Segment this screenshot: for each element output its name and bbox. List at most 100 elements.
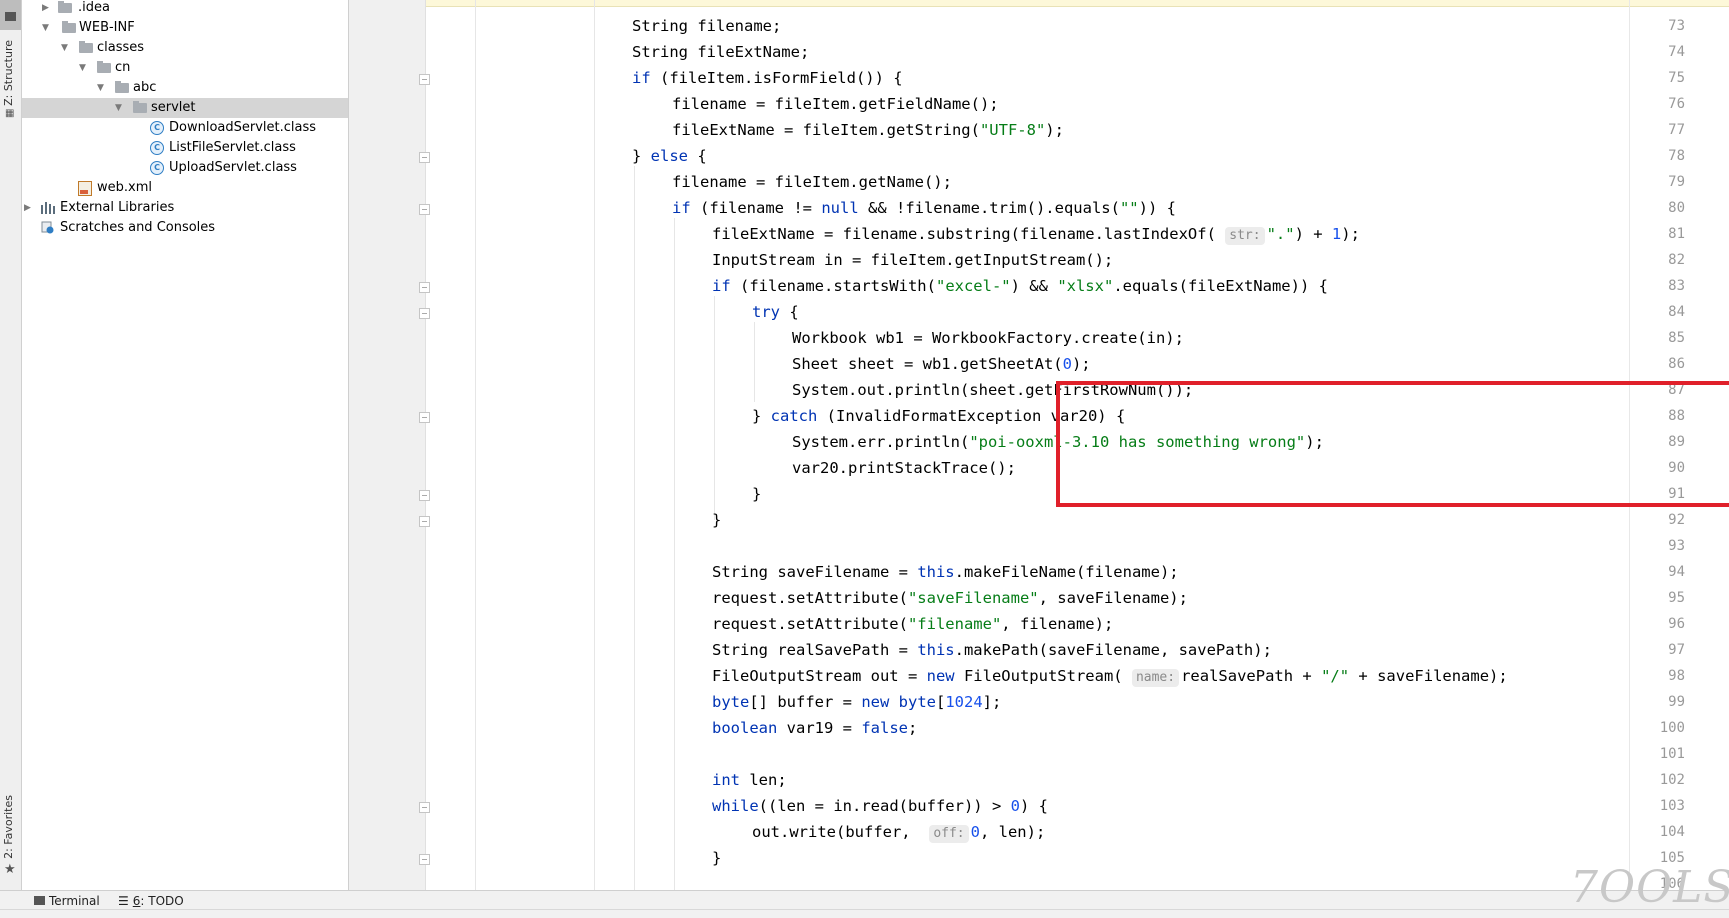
tree-item-label: ListFileServlet.class (169, 140, 296, 155)
structure-icon: ▦ (5, 108, 15, 119)
code-line: byte[] buffer = new byte[1024]; (712, 693, 1002, 711)
tree-item-label: cn (115, 60, 131, 75)
chevron-down-icon[interactable]: ▼ (97, 78, 104, 98)
tree-item-servlet[interactable]: ▼ servlet (22, 98, 348, 118)
code-line: Workbook wb1 = WorkbookFactory.create(in… (792, 329, 1184, 347)
line-number: 86 (1668, 356, 1685, 372)
line-number-gutter (349, 0, 426, 890)
editor-top-strip (349, 0, 1729, 7)
code-line: String saveFilename = this.makeFileName(… (712, 563, 1179, 581)
class-file-icon: C (150, 161, 164, 175)
tree-item-web-xml[interactable]: web.xml (22, 178, 348, 198)
tree-item-uploadservlet[interactable]: C UploadServlet.class (22, 158, 348, 178)
star-icon: ★ (4, 862, 16, 877)
tree-item-scratches[interactable]: Scratches and Consoles (22, 218, 348, 238)
line-number: 104 (1659, 824, 1685, 840)
code-line: if (filename != null && !filename.trim()… (672, 199, 1176, 217)
line-number: 82 (1668, 252, 1685, 268)
fold-marker-icon[interactable] (419, 308, 430, 319)
terminal-tab[interactable]: Terminal (34, 893, 100, 909)
project-tab[interactable] (0, 0, 21, 30)
indent-guide (754, 322, 755, 402)
red-highlight-box (1056, 381, 1729, 507)
line-number: 73 (1668, 18, 1685, 34)
code-line: InputStream in = fileItem.getInputStream… (712, 251, 1114, 269)
chevron-down-icon[interactable]: ▼ (61, 38, 68, 58)
tree-item-label: .idea (78, 0, 110, 15)
folder-icon (79, 41, 93, 53)
fold-marker-icon[interactable] (419, 490, 430, 501)
indent-guide (714, 296, 715, 520)
code-line: filename = fileItem.getName(); (672, 173, 952, 191)
code-line: fileExtName = filename.substring(filenam… (712, 225, 1360, 245)
structure-tab[interactable]: Z: Structure (2, 40, 15, 106)
line-number: 84 (1668, 304, 1685, 320)
terminal-tab-label: Terminal (49, 894, 100, 908)
tree-item-cn[interactable]: ▼ cn (22, 58, 348, 78)
fold-marker-icon[interactable] (419, 74, 430, 85)
tree-item-label: servlet (151, 100, 196, 115)
chevron-down-icon[interactable]: ▼ (115, 98, 122, 118)
tree-item-external-libraries[interactable]: ▶ External Libraries (22, 198, 348, 218)
line-number: 79 (1668, 174, 1685, 190)
chevron-right-icon[interactable]: ▶ (42, 0, 49, 18)
project-tree: ▶ .idea ▼ WEB-INF ▼ classes ▼ cn ▼ abc ▼… (22, 0, 349, 890)
watermark-logo: 7OOLS (1570, 862, 1729, 913)
tree-item-label: classes (97, 40, 145, 55)
line-number: 75 (1668, 70, 1685, 86)
line-number: 96 (1668, 616, 1685, 632)
parameter-hint: name: (1131, 669, 1180, 687)
libraries-icon (41, 202, 55, 214)
line-number: 74 (1668, 44, 1685, 60)
line-number: 103 (1659, 798, 1685, 814)
fold-marker-icon[interactable] (419, 854, 430, 865)
code-line: } (712, 849, 722, 867)
code-line: String realSavePath = this.makePath(save… (712, 641, 1272, 659)
code-line: boolean var19 = false; (712, 719, 918, 737)
favorites-tab[interactable]: 2: Favorites (2, 795, 15, 859)
line-number: 98 (1668, 668, 1685, 684)
line-number: 93 (1668, 538, 1685, 554)
tree-item-downloadservlet[interactable]: C DownloadServlet.class (22, 118, 348, 138)
tree-item-abc[interactable]: ▼ abc (22, 78, 348, 98)
line-number: 92 (1668, 512, 1685, 528)
line-number: 81 (1668, 226, 1685, 242)
fold-marker-icon[interactable] (419, 282, 430, 293)
fold-marker-icon[interactable] (419, 152, 430, 163)
tool-window-bar: Terminal ☰ 6: TODO (0, 890, 1729, 910)
tree-item-web-inf[interactable]: ▼ WEB-INF (22, 18, 348, 38)
code-editor[interactable]: 73 74 75 76 77 78 79 80 81 82 83 84 85 8… (349, 0, 1729, 890)
code-line: request.setAttribute("filename", filenam… (712, 615, 1114, 633)
todo-tab[interactable]: ☰ 6: TODO (118, 893, 184, 909)
parameter-hint: off: (929, 825, 969, 843)
line-number: 85 (1668, 330, 1685, 346)
code-line: String fileExtName; (632, 43, 810, 61)
fold-marker-icon[interactable] (419, 204, 430, 215)
line-number: 102 (1659, 772, 1685, 788)
folder-icon (115, 81, 129, 93)
code-line: Sheet sheet = wb1.getSheetAt(0); (792, 355, 1091, 373)
tree-item-label: abc (133, 80, 157, 95)
fold-marker-icon[interactable] (419, 516, 430, 527)
folder-icon (97, 61, 111, 73)
chevron-down-icon[interactable]: ▼ (79, 58, 86, 78)
indent-guide (594, 0, 595, 890)
chevron-right-icon[interactable]: ▶ (24, 198, 31, 218)
left-tool-strip: Z: Structure ▦ 2: Favorites ★ (0, 0, 22, 890)
chevron-down-icon[interactable]: ▼ (42, 18, 49, 38)
folder-icon (62, 21, 76, 33)
list-icon: ☰ (118, 894, 129, 908)
indent-guide (634, 166, 635, 890)
todo-tab-label: : TODO (140, 894, 184, 908)
tree-item-classes[interactable]: ▼ classes (22, 38, 348, 58)
code-line: FileOutputStream out = new FileOutputStr… (712, 667, 1508, 687)
line-number: 77 (1668, 122, 1685, 138)
terminal-icon (34, 896, 45, 905)
line-number: 94 (1668, 564, 1685, 580)
fold-marker-icon[interactable] (419, 802, 430, 813)
fold-marker-icon[interactable] (419, 412, 430, 423)
tree-item-idea[interactable]: ▶ .idea (22, 0, 348, 18)
code-line: } else { (632, 147, 707, 165)
tree-item-listfileservlet[interactable]: C ListFileServlet.class (22, 138, 348, 158)
tree-item-label: WEB-INF (79, 20, 135, 35)
